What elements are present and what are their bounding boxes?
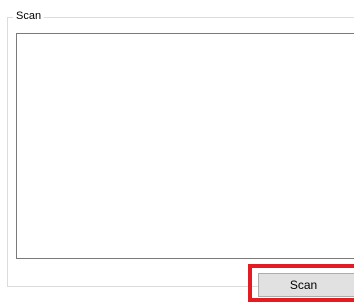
scan-window: Scan Scan (0, 0, 354, 305)
scan-group-title: Scan (13, 9, 45, 23)
scan-button[interactable]: Scan (258, 273, 354, 297)
scan-output-textbox[interactable] (16, 33, 354, 259)
